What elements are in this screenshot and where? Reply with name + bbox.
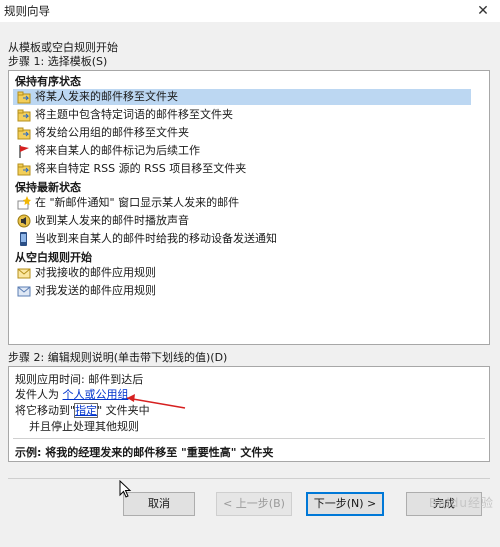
close-icon[interactable]: ✕ <box>474 2 492 20</box>
watermark: Baidu经验 <box>428 496 494 510</box>
red-arrow-annotation <box>126 394 186 409</box>
cancel-button[interactable]: 取消 <box>123 492 195 516</box>
next-button[interactable]: 下一步(N) > <box>306 492 384 516</box>
back-button[interactable]: < 上一步(B) <box>216 492 292 516</box>
mouse-cursor-icon <box>119 480 132 498</box>
window-title: 规则向导 <box>4 4 50 18</box>
footer-divider <box>8 478 490 479</box>
dialog-body: 从模板或空白规则开始 步骤 1: 选择模板(S) 保持有序状态 将某人发来的邮件… <box>0 22 500 547</box>
title-bar: 规则向导 ✕ <box>0 0 500 22</box>
